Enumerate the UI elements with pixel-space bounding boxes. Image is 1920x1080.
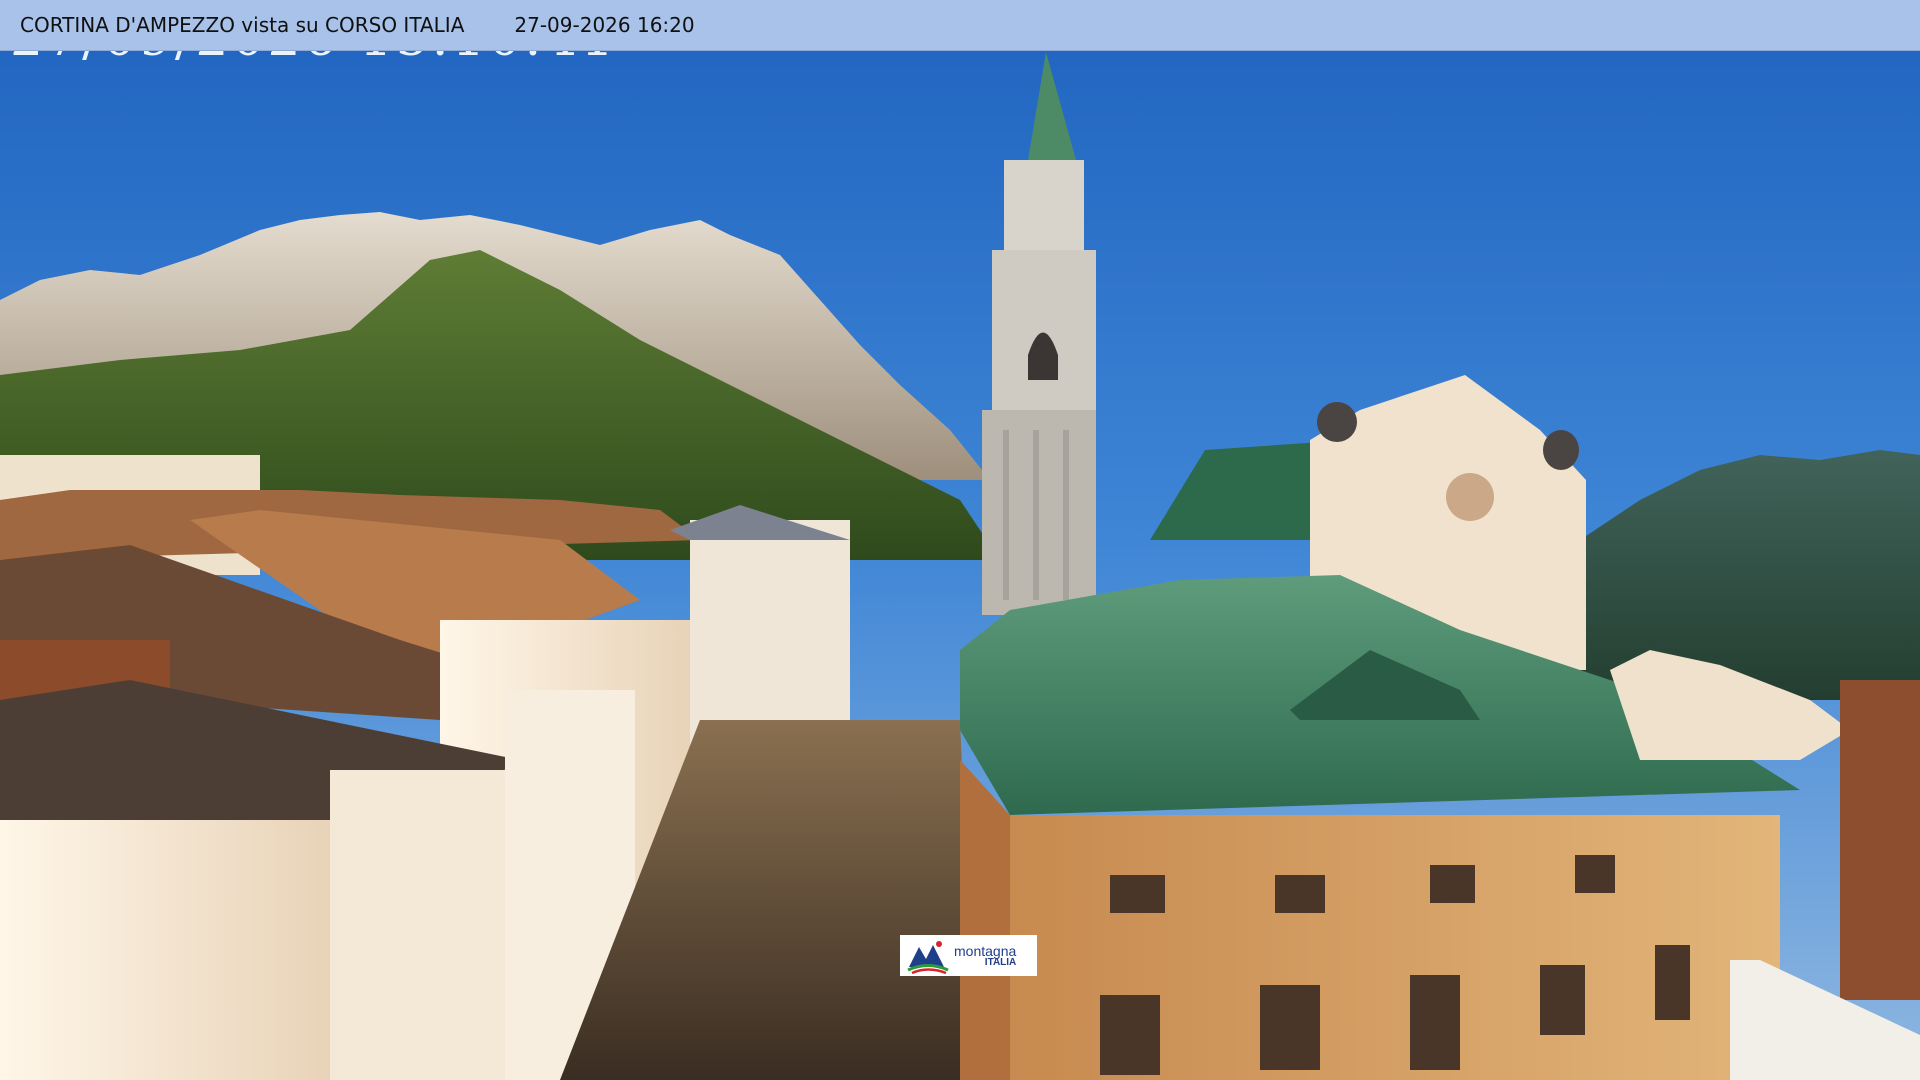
logo-wordmark: montagna ITALIA: [954, 944, 1016, 968]
capture-datetime: 27-09-2026 16:20: [514, 13, 695, 37]
montagna-italia-logo-icon: [907, 940, 949, 974]
logo-text-italia: ITALIA: [984, 956, 1017, 968]
logo-text-montagna: montagna: [954, 942, 1017, 959]
webcam-photo: [0, 0, 1920, 1080]
location-title: CORTINA D'AMPEZZO vista su CORSO ITALIA: [20, 13, 465, 37]
montagna-italia-logo: montagna ITALIA: [900, 935, 1037, 976]
webcam-header-bar: CORTINA D'AMPEZZO vista su CORSO ITALIA …: [0, 0, 1920, 51]
